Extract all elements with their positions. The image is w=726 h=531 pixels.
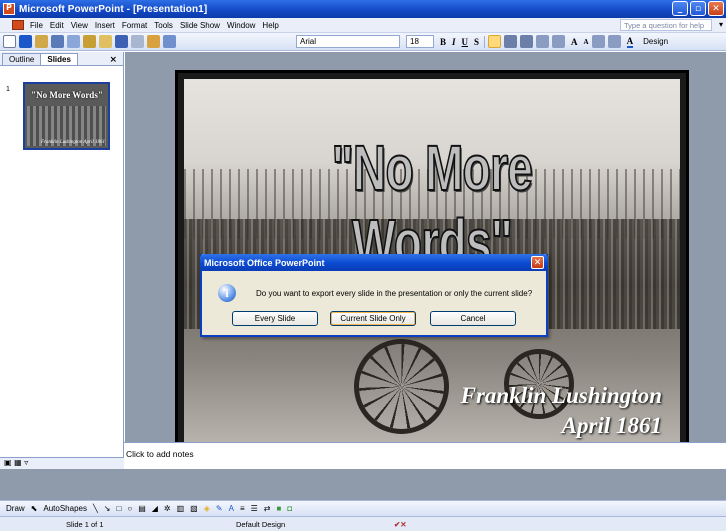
menu-edit[interactable]: Edit [50, 21, 71, 30]
menu-bar: File Edit View Insert Format Tools Slide… [0, 18, 726, 33]
slide-number: 1 [6, 86, 10, 93]
bullets-icon[interactable] [552, 35, 566, 48]
decrease-font-icon[interactable]: A [584, 38, 589, 46]
increase-font-icon[interactable]: A [571, 37, 578, 47]
decrease-indent-icon[interactable] [591, 35, 605, 48]
shadow-style-icon[interactable]: ■ [276, 504, 281, 513]
dialog-message: Do you want to export every slide in the… [256, 289, 533, 298]
oval-icon[interactable]: ○ [127, 504, 132, 513]
help-search-input[interactable]: Type a question for help [620, 19, 712, 31]
textbox-icon[interactable]: ▤ [138, 504, 146, 513]
info-icon: i [218, 284, 236, 302]
dialog-close-button[interactable]: ✕ [531, 256, 544, 269]
save-icon[interactable] [19, 35, 32, 48]
autoshapes-menu[interactable]: AutoShapes [43, 504, 87, 513]
restore-button[interactable]: ▫ [690, 1, 706, 16]
fill-color-icon[interactable]: ◈ [204, 504, 210, 513]
drawing-toolbar: Draw ⬉ AutoShapes ╲ ↘ □ ○ ▤ ◢ ✲ ▥ ▧ ◈ ✎ … [0, 500, 726, 516]
research-icon[interactable] [67, 35, 80, 48]
dash-style-icon[interactable]: ☰ [251, 504, 258, 513]
slide-sorter-icon[interactable]: ▦ [14, 458, 22, 467]
font-size-select[interactable]: 18 [406, 35, 434, 48]
slide-author[interactable]: Franklin Lushington [461, 383, 662, 409]
status-bar: Slide 1 of 1 Default Design ✔✕ [0, 516, 726, 531]
table-icon[interactable] [163, 35, 176, 48]
font-color-icon[interactable]: A [626, 36, 634, 48]
notes-pane[interactable]: Click to add notes [124, 442, 726, 469]
menu-insert[interactable]: Insert [95, 21, 122, 30]
normal-view-icon[interactable]: ▣ [4, 458, 12, 467]
shadow-button[interactable]: S [474, 37, 479, 47]
cancel-button[interactable]: Cancel [430, 311, 516, 326]
menu-slide-show[interactable]: Slide Show [180, 21, 227, 30]
toolbar: Arial 18 B I U S A A A Design [0, 33, 726, 51]
align-right-icon[interactable] [520, 35, 534, 48]
line-color-icon[interactable]: ✎ [216, 504, 223, 513]
arrow-icon[interactable]: ↘ [104, 504, 111, 513]
arrow-style-icon[interactable]: ⇄ [264, 504, 271, 513]
powerpoint-icon [3, 3, 15, 15]
minimize-button[interactable]: _ [672, 1, 688, 16]
close-icon[interactable]: × [109, 55, 117, 65]
slide-date[interactable]: April 1861 [562, 413, 662, 439]
3d-style-icon[interactable]: ◘ [287, 504, 292, 513]
undo-icon[interactable] [115, 35, 128, 48]
align-left-icon[interactable] [488, 35, 502, 48]
slide-thumbnail[interactable]: "No More Words" Franklin Lushington Apri… [23, 82, 110, 150]
wordart-icon[interactable]: ◢ [152, 504, 158, 513]
tab-slides[interactable]: Slides [40, 53, 78, 65]
permission-icon[interactable] [35, 35, 48, 48]
document-icon[interactable] [12, 20, 24, 30]
export-dialog: Microsoft Office PowerPoint ✕ i Do you w… [200, 254, 548, 337]
align-center-icon[interactable] [504, 35, 518, 48]
underline-button[interactable]: U [462, 37, 469, 47]
numbering-icon[interactable] [536, 35, 550, 48]
view-buttons: ▣ ▦ ▿ [0, 457, 124, 469]
title-bar: Microsoft PowerPoint - [Presentation1] _… [0, 0, 726, 18]
format-painter-icon[interactable] [99, 35, 112, 48]
increase-indent-icon[interactable] [607, 35, 621, 48]
picture-icon[interactable]: ▧ [190, 504, 198, 513]
chart-icon[interactable] [147, 35, 160, 48]
paste-icon[interactable] [83, 35, 96, 48]
print-icon[interactable] [51, 35, 64, 48]
every-slide-button[interactable]: Every Slide [232, 311, 318, 326]
menu-help[interactable]: Help [262, 21, 285, 30]
menu-file[interactable]: File [30, 21, 50, 30]
italic-button[interactable]: I [452, 37, 456, 47]
tab-outline[interactable]: Outline [2, 53, 42, 65]
redo-icon[interactable] [131, 35, 144, 48]
thumbnail-subtitle: Franklin Lushington April 1861 [41, 140, 105, 145]
design-button[interactable]: Design [643, 37, 668, 46]
line-icon[interactable]: ╲ [93, 504, 98, 513]
bold-button[interactable]: B [440, 37, 446, 47]
menu-window[interactable]: Window [227, 21, 262, 30]
dialog-title: Microsoft Office PowerPoint [200, 254, 548, 271]
menu-view[interactable]: View [71, 21, 95, 30]
menu-tools[interactable]: Tools [154, 21, 180, 30]
line-style-icon[interactable]: ≡ [240, 504, 245, 513]
draw-menu[interactable]: Draw [6, 504, 25, 513]
menu-format[interactable]: Format [122, 21, 154, 30]
spelling-icon: ✔✕ [394, 519, 407, 529]
diagram-icon[interactable]: ✲ [164, 504, 171, 513]
design-status: Default Design [236, 519, 286, 529]
font-name-select[interactable]: Arial [296, 35, 400, 48]
font-color-draw-icon[interactable]: A [229, 504, 234, 513]
chevron-down-icon[interactable]: ▾ [719, 20, 723, 29]
slides-pane: Outline Slides × 1 "No More Words" Frank… [0, 52, 124, 457]
slide-show-icon[interactable]: ▿ [24, 458, 28, 467]
window-title: Microsoft PowerPoint - [Presentation1] [19, 3, 208, 15]
close-button[interactable]: ✕ [708, 1, 724, 16]
rectangle-icon[interactable]: □ [117, 504, 122, 513]
slide-count-status: Slide 1 of 1 [66, 519, 104, 529]
clipart-icon[interactable]: ▥ [177, 504, 185, 513]
select-arrow-icon[interactable]: ⬉ [31, 504, 38, 513]
current-slide-only-button[interactable]: Current Slide Only [330, 311, 416, 326]
new-icon[interactable] [3, 35, 16, 48]
thumbnail-title: "No More Words" [31, 90, 103, 100]
